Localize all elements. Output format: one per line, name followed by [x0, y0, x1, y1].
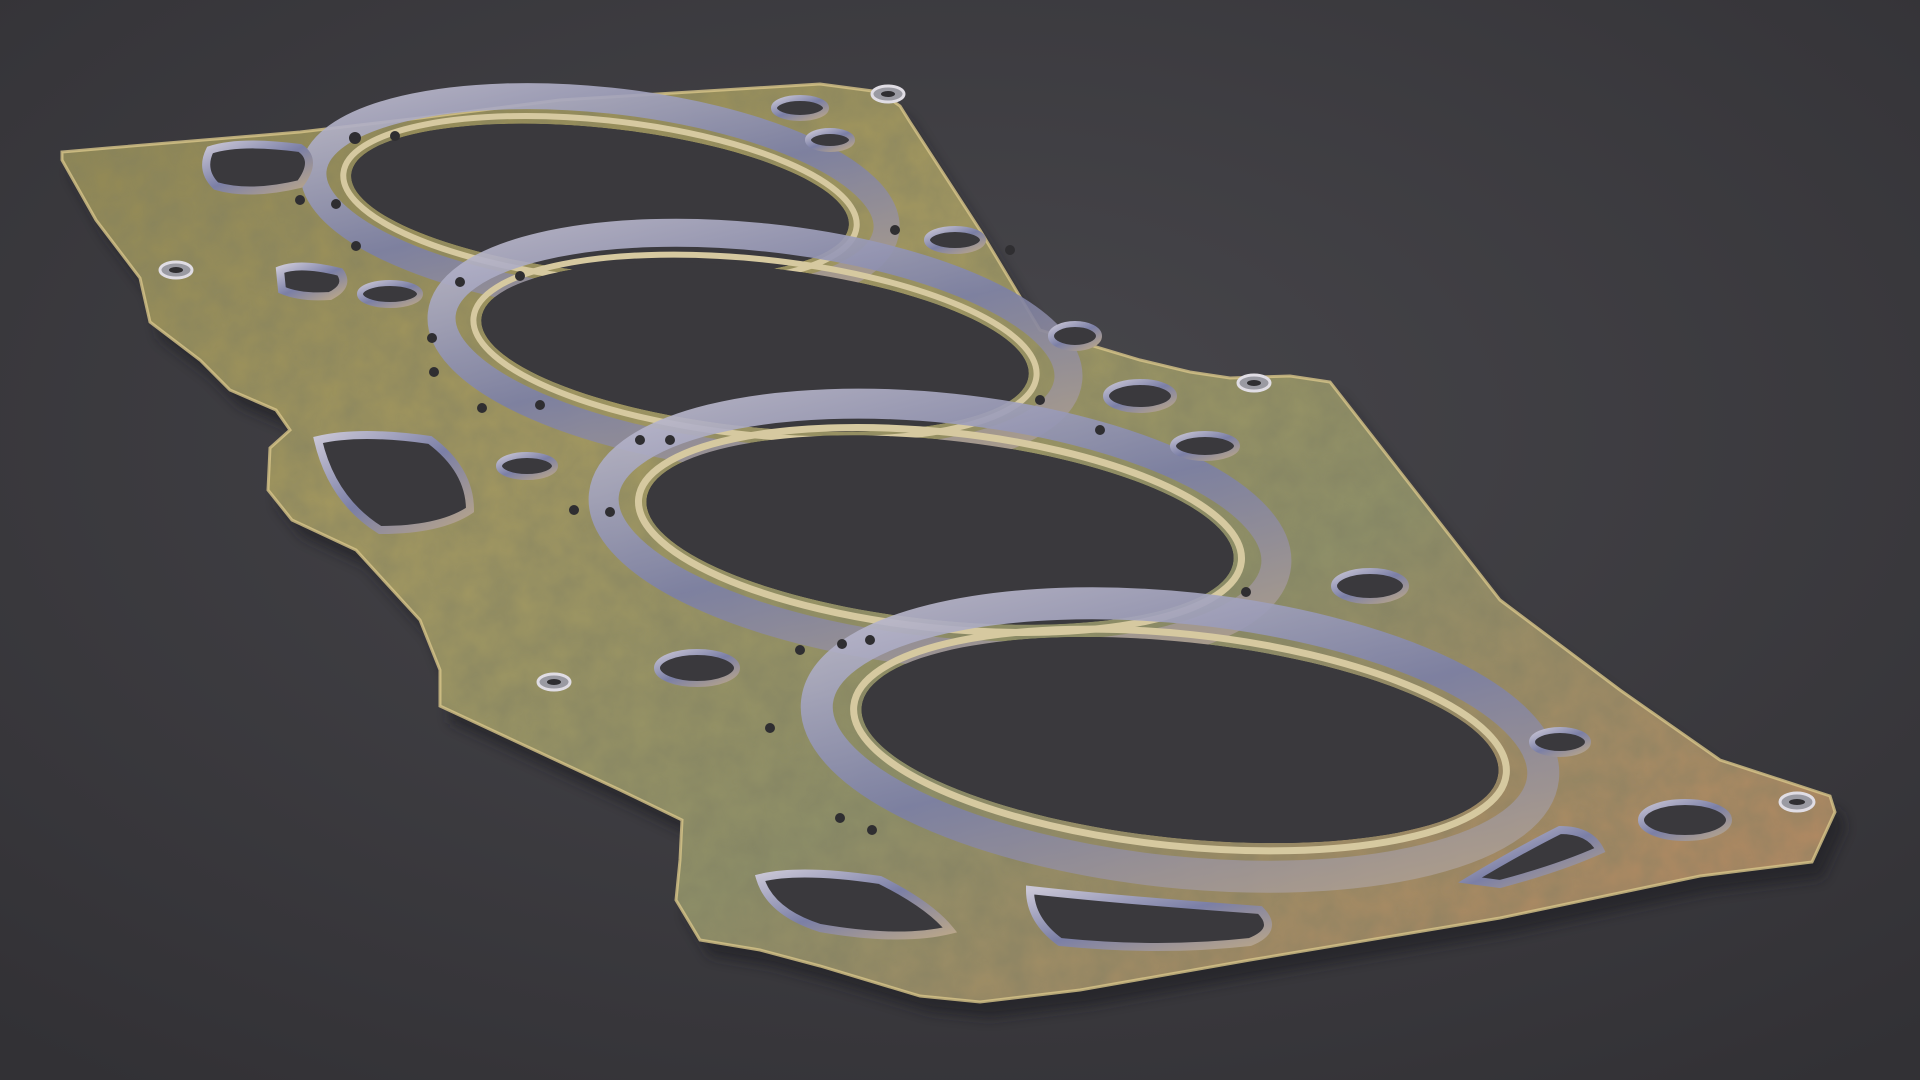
port-round: [1048, 321, 1102, 351]
dowel-pin: [870, 84, 906, 104]
coolant-port-left-1: [202, 140, 313, 195]
dowel-pin: [536, 672, 572, 692]
dowel-pin: [158, 260, 194, 280]
dowel-pin: [1778, 791, 1816, 813]
port-round: [805, 128, 855, 152]
coolant-port-left-2: [275, 262, 348, 301]
gasket-scene: [0, 0, 1920, 1080]
port-round: [924, 226, 986, 254]
dowel-pin: [1236, 373, 1272, 393]
port-round: [1103, 379, 1177, 413]
port-round: [654, 649, 740, 687]
port-round: [1529, 727, 1591, 757]
port-round: [357, 280, 423, 308]
port-round: [771, 95, 829, 121]
port-round: [1331, 568, 1409, 604]
port-round: [1638, 799, 1732, 841]
port-round: [496, 452, 558, 480]
port-round: [1170, 431, 1240, 461]
